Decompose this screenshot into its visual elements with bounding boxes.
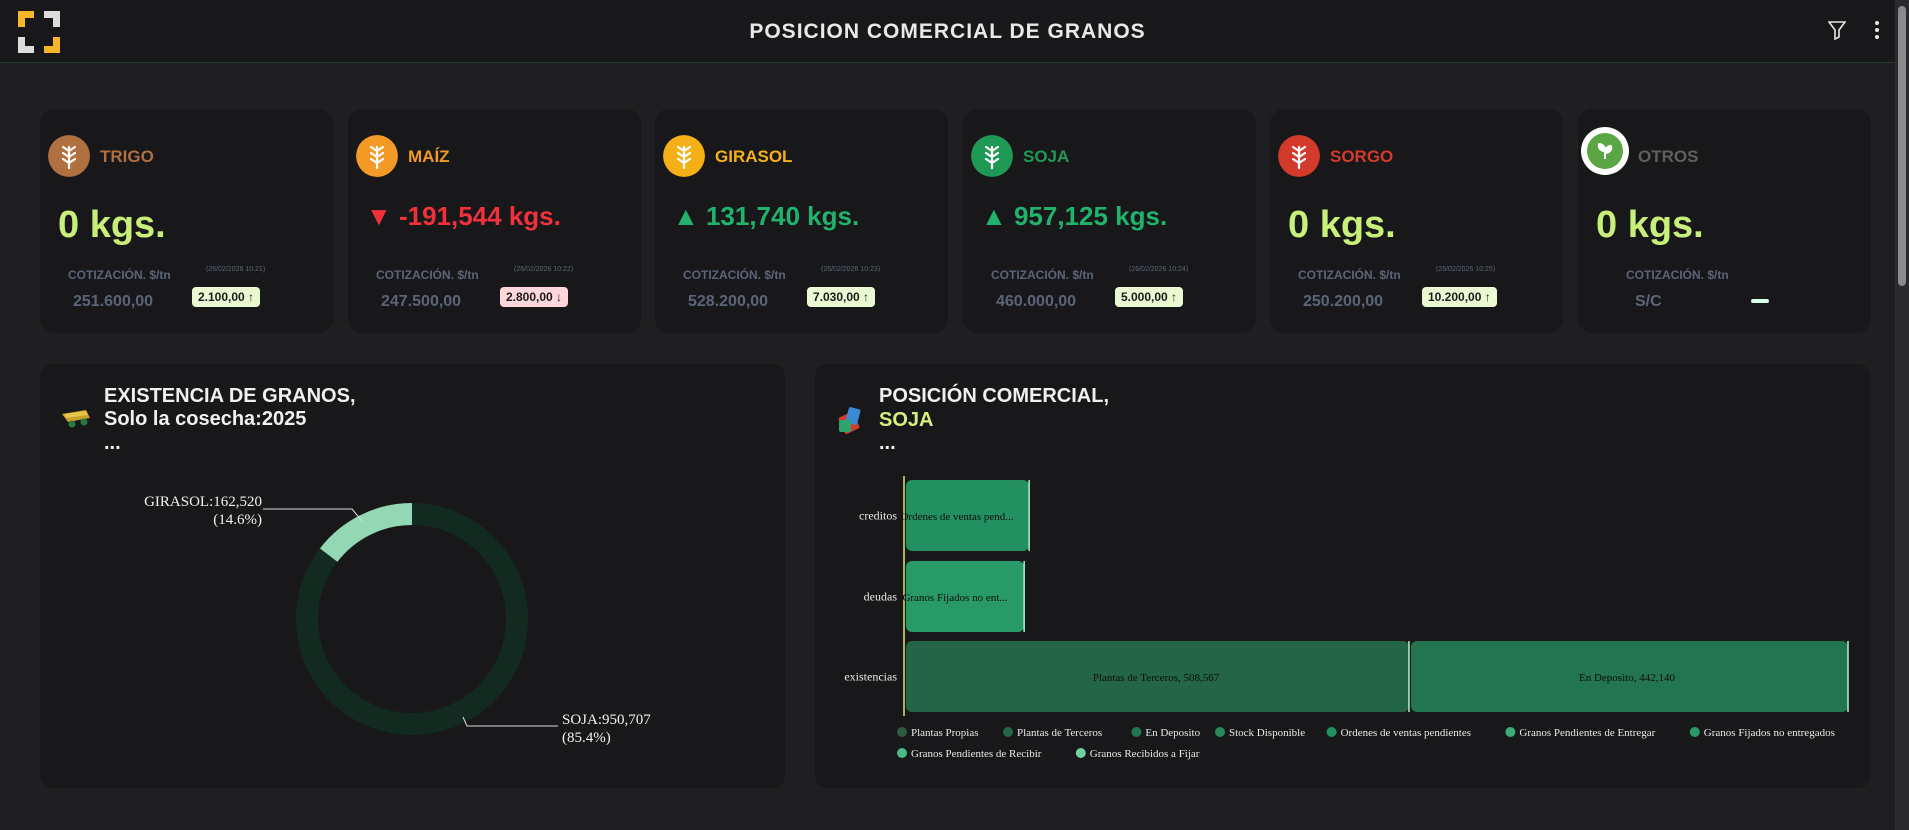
bar-label-en-deposito: En Deposito, 442,140 <box>1579 672 1675 684</box>
legend-item-granos-recibidos-a-fijar[interactable]: Granos Recibidos a Fijar <box>1090 748 1200 760</box>
grain-name: MAÍZ <box>408 147 450 166</box>
app-header: POSICION COMERCIAL DE GRANOS <box>0 0 1895 63</box>
leader-line-soja <box>462 716 558 727</box>
grain-card-girasol[interactable]: GIRASOL ▲ 131,740 kgs. COTIZACIÓN. $/tn (26… <box>655 109 948 333</box>
cotizacion-label: COTIZACIÓN. $/tn <box>376 268 479 282</box>
legend-swatch[interactable] <box>1003 727 1013 737</box>
no-change-indicator <box>1751 299 1769 303</box>
y-tick-deudas: deudas <box>864 590 898 604</box>
legend-swatch[interactable] <box>1505 727 1516 737</box>
legend-swatch[interactable] <box>1075 748 1086 758</box>
soy-icon <box>971 135 1013 177</box>
grain-card-maíz[interactable]: MAÍZ ▼ -191,544 kgs. COTIZACIÓN. $/tn (26/0… <box>348 109 641 333</box>
cotizacion-label: COTIZACIÓN. $/tn <box>68 268 171 282</box>
donut-chart: GIRASOL:162,520 (14.6%) SOJA:950,707 (85.4%… <box>144 494 651 746</box>
donut-percent-soja: (85.4%) <box>562 730 611 746</box>
legend-item-en-deposito[interactable]: En Deposito <box>1145 727 1200 739</box>
sorghum-icon <box>1278 135 1320 177</box>
legend-item-ordenes-de-ventas-pendientes[interactable]: Ordenes de ventas pendientes <box>1341 727 1471 739</box>
grain-card-trigo[interactable]: TRIGO 0 kgs. COTIZACIÓN. $/tn (26/02/2026 1… <box>40 109 333 333</box>
legend-item-granos-pendientes-de-entregar[interactable]: Granos Pendientes de Entregar <box>1519 727 1655 739</box>
donut-label-girasol: GIRASOL:162,520 <box>144 494 262 510</box>
cotizacion-price: 251.600,00 <box>73 293 154 310</box>
posicion-panel: POSICIÓN COMERCIAL, SOJA ... creditos deu… <box>815 364 1870 788</box>
legend-swatch[interactable] <box>1689 727 1700 737</box>
page-title: POSICION COMERCIAL DE GRANOS <box>749 20 1146 43</box>
grain-card-otros[interactable]: OTROS 0 kgs. COTIZACIÓN. $/tn S/C <box>1578 109 1871 333</box>
grain-amount: ▼ -191,544 kgs. <box>366 201 561 231</box>
leader-line-girasol <box>263 508 363 522</box>
grain-name: TRIGO <box>100 147 154 166</box>
legend-swatch[interactable] <box>1215 727 1225 737</box>
bar-label-plantas-terceros: Plantas de Terceros, 508,567 <box>1093 672 1220 684</box>
legend-item-plantas-propias[interactable]: Plantas Propias <box>911 727 979 739</box>
price-change-badge: 2.800,00 ↓ <box>500 287 569 307</box>
cotizacion-date: (26/02/2026 10:25) <box>1436 266 1496 273</box>
cotizacion-label: COTIZACIÓN. $/tn <box>683 268 786 282</box>
cotizacion-date: (26/02/2026 10:22) <box>514 266 574 273</box>
grain-amount: 0 kgs. <box>58 204 166 246</box>
cotizacion-label: COTIZACIÓN. $/tn <box>1298 268 1401 282</box>
cotizacion-date: (26/02/2026 10:24) <box>1129 266 1189 273</box>
donut-label-soja: SOJA:950,707 <box>562 712 651 728</box>
grain-name: SORGO <box>1330 147 1394 166</box>
cotizacion-price: 247.500,00 <box>381 293 462 310</box>
grain-card-soja[interactable]: SOJA ▲ 957,125 kgs. COTIZACIÓN. $/tn (26/02… <box>963 109 1256 333</box>
legend-item-stock-disponible[interactable]: Stock Disponible <box>1229 727 1305 739</box>
cotizacion-date: (26/02/2026 10:21) <box>206 266 266 273</box>
price-change-badge: 10.200,00 ↑ <box>1422 287 1497 307</box>
y-tick-creditos: creditos <box>859 509 897 523</box>
grain-amount: 0 kgs. <box>1288 204 1396 246</box>
kebab-menu-icon[interactable] <box>1873 20 1881 40</box>
cotizacion-label: COTIZACIÓN. $/tn <box>991 268 1094 282</box>
grain-amount: 0 kgs. <box>1596 204 1704 246</box>
leaf-icon <box>1581 127 1629 175</box>
scrollbar[interactable] <box>1895 0 1909 830</box>
donut-percent-girasol: (14.6%) <box>213 512 262 528</box>
bar-label-ordenes: Ordenes de ventas pend... <box>900 511 1013 523</box>
cotizacion-label: COTIZACIÓN. $/tn <box>1626 268 1729 282</box>
legend-item-plantas-de-terceros[interactable]: Plantas de Terceros <box>1017 727 1102 739</box>
legend-swatch[interactable] <box>897 727 907 737</box>
legend-swatch[interactable] <box>897 748 907 758</box>
wheat-icon <box>48 135 90 177</box>
filter-icon[interactable] <box>1828 20 1846 40</box>
price-change-badge: 5.000,00 ↑ <box>1115 287 1184 307</box>
grain-amount: ▲ 131,740 kgs. <box>673 201 860 231</box>
cotizacion-price: 528.200,00 <box>688 293 769 310</box>
cotizacion-price: S/C <box>1635 293 1662 310</box>
corn-icon <box>356 135 398 177</box>
grain-card-sorgo[interactable]: SORGO 0 kgs. COTIZACIÓN. $/tn (26/02/2026 1… <box>1270 109 1563 333</box>
grain-name: GIRASOL <box>715 147 793 166</box>
cotizacion-price: 250.200,00 <box>1303 293 1384 310</box>
donut-slice-girasol[interactable] <box>319 503 413 563</box>
y-tick-existencias: existencias <box>844 670 897 684</box>
price-change-badge: 7.030,00 ↑ <box>807 287 876 307</box>
existencia-panel: EXISTENCIA DE GRANOS, Solo la cosecha:20… <box>40 364 785 788</box>
legend-item-granos-fijados-no-entregados[interactable]: Granos Fijados no entregados <box>1704 727 1835 739</box>
legend-item-granos-pendientes-de-recibir[interactable]: Granos Pendientes de Recibir <box>911 748 1042 760</box>
scrollbar-thumb[interactable] <box>1898 6 1906 286</box>
cotizacion-price: 460.000,00 <box>996 293 1077 310</box>
grain-name: OTROS <box>1638 147 1699 166</box>
cotizacion-date: (26/02/2026 10:23) <box>821 266 881 273</box>
legend-swatch[interactable] <box>1131 727 1142 737</box>
bar-label-fijados: Granos Fijados no ent... <box>902 592 1007 604</box>
grain-amount: ▲ 957,125 kgs. <box>981 201 1168 231</box>
grain-name: SOJA <box>1023 147 1070 166</box>
price-change-badge: 2.100,00 ↑ <box>192 287 261 307</box>
stacked-bar-chart: creditos deudas existencias Ordenes de vent… <box>844 476 1849 760</box>
legend-swatch[interactable] <box>1326 727 1337 737</box>
sunflower-icon <box>663 135 705 177</box>
